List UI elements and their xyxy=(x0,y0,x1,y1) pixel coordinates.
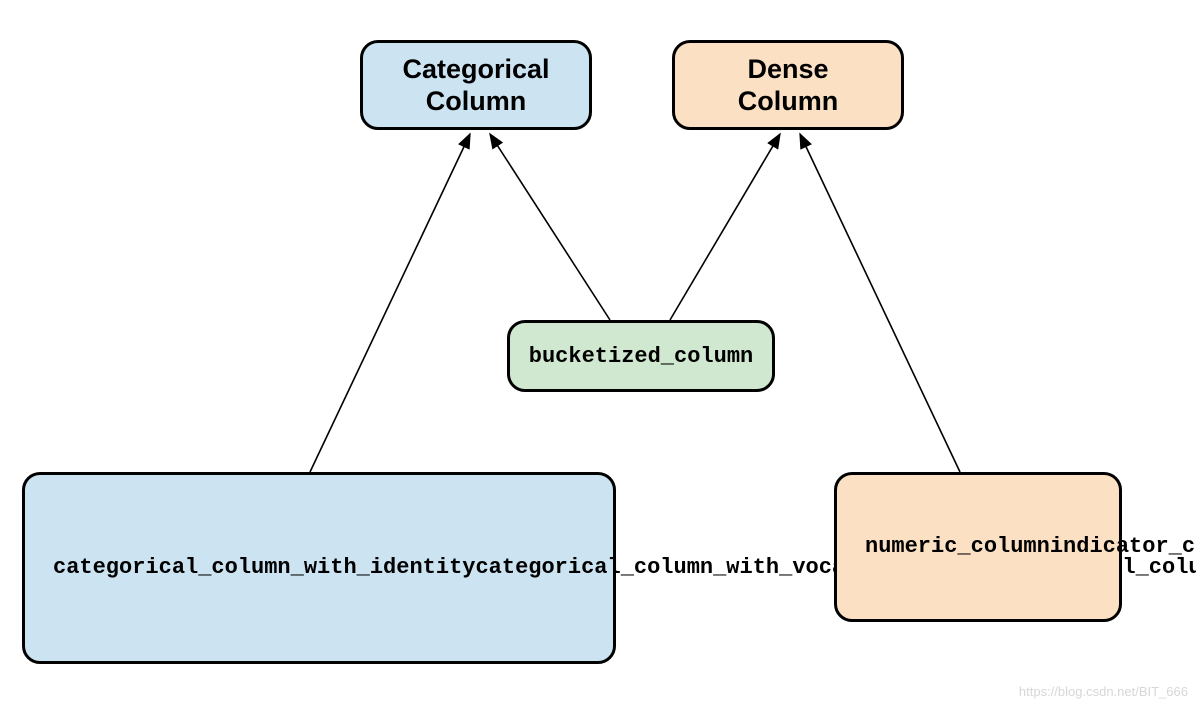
categorical-column-header: Categorical Column xyxy=(360,40,592,130)
edge-catlist-to-cathdr xyxy=(310,134,470,472)
edge-denselist-to-densehdr xyxy=(800,134,960,472)
edge-bucket-to-densehdr xyxy=(670,134,780,320)
categorical-columns-list: categorical_column_with_identity categor… xyxy=(22,472,616,664)
dense-header-line1: Dense xyxy=(747,54,828,84)
edge-bucket-to-cathdr xyxy=(490,134,610,320)
dense-column-header: Dense Column xyxy=(672,40,904,130)
categorical-header-line1: Categorical xyxy=(402,54,549,84)
dense-list-item: indicator_column xyxy=(1050,531,1196,563)
dense-columns-list: numeric_column indicator_column embeddin… xyxy=(834,472,1122,622)
categorical-header-line2: Column xyxy=(426,86,527,116)
bucketized-column-node: bucketized_column xyxy=(507,320,775,392)
dense-header-line2: Column xyxy=(738,86,839,116)
dense-list-item: numeric_column xyxy=(865,531,1050,563)
bucketized-label: bucketized_column xyxy=(529,344,753,369)
watermark-text: https://blog.csdn.net/BIT_666 xyxy=(1019,684,1188,699)
categorical-list-item: categorical_column_with_identity xyxy=(53,552,475,584)
